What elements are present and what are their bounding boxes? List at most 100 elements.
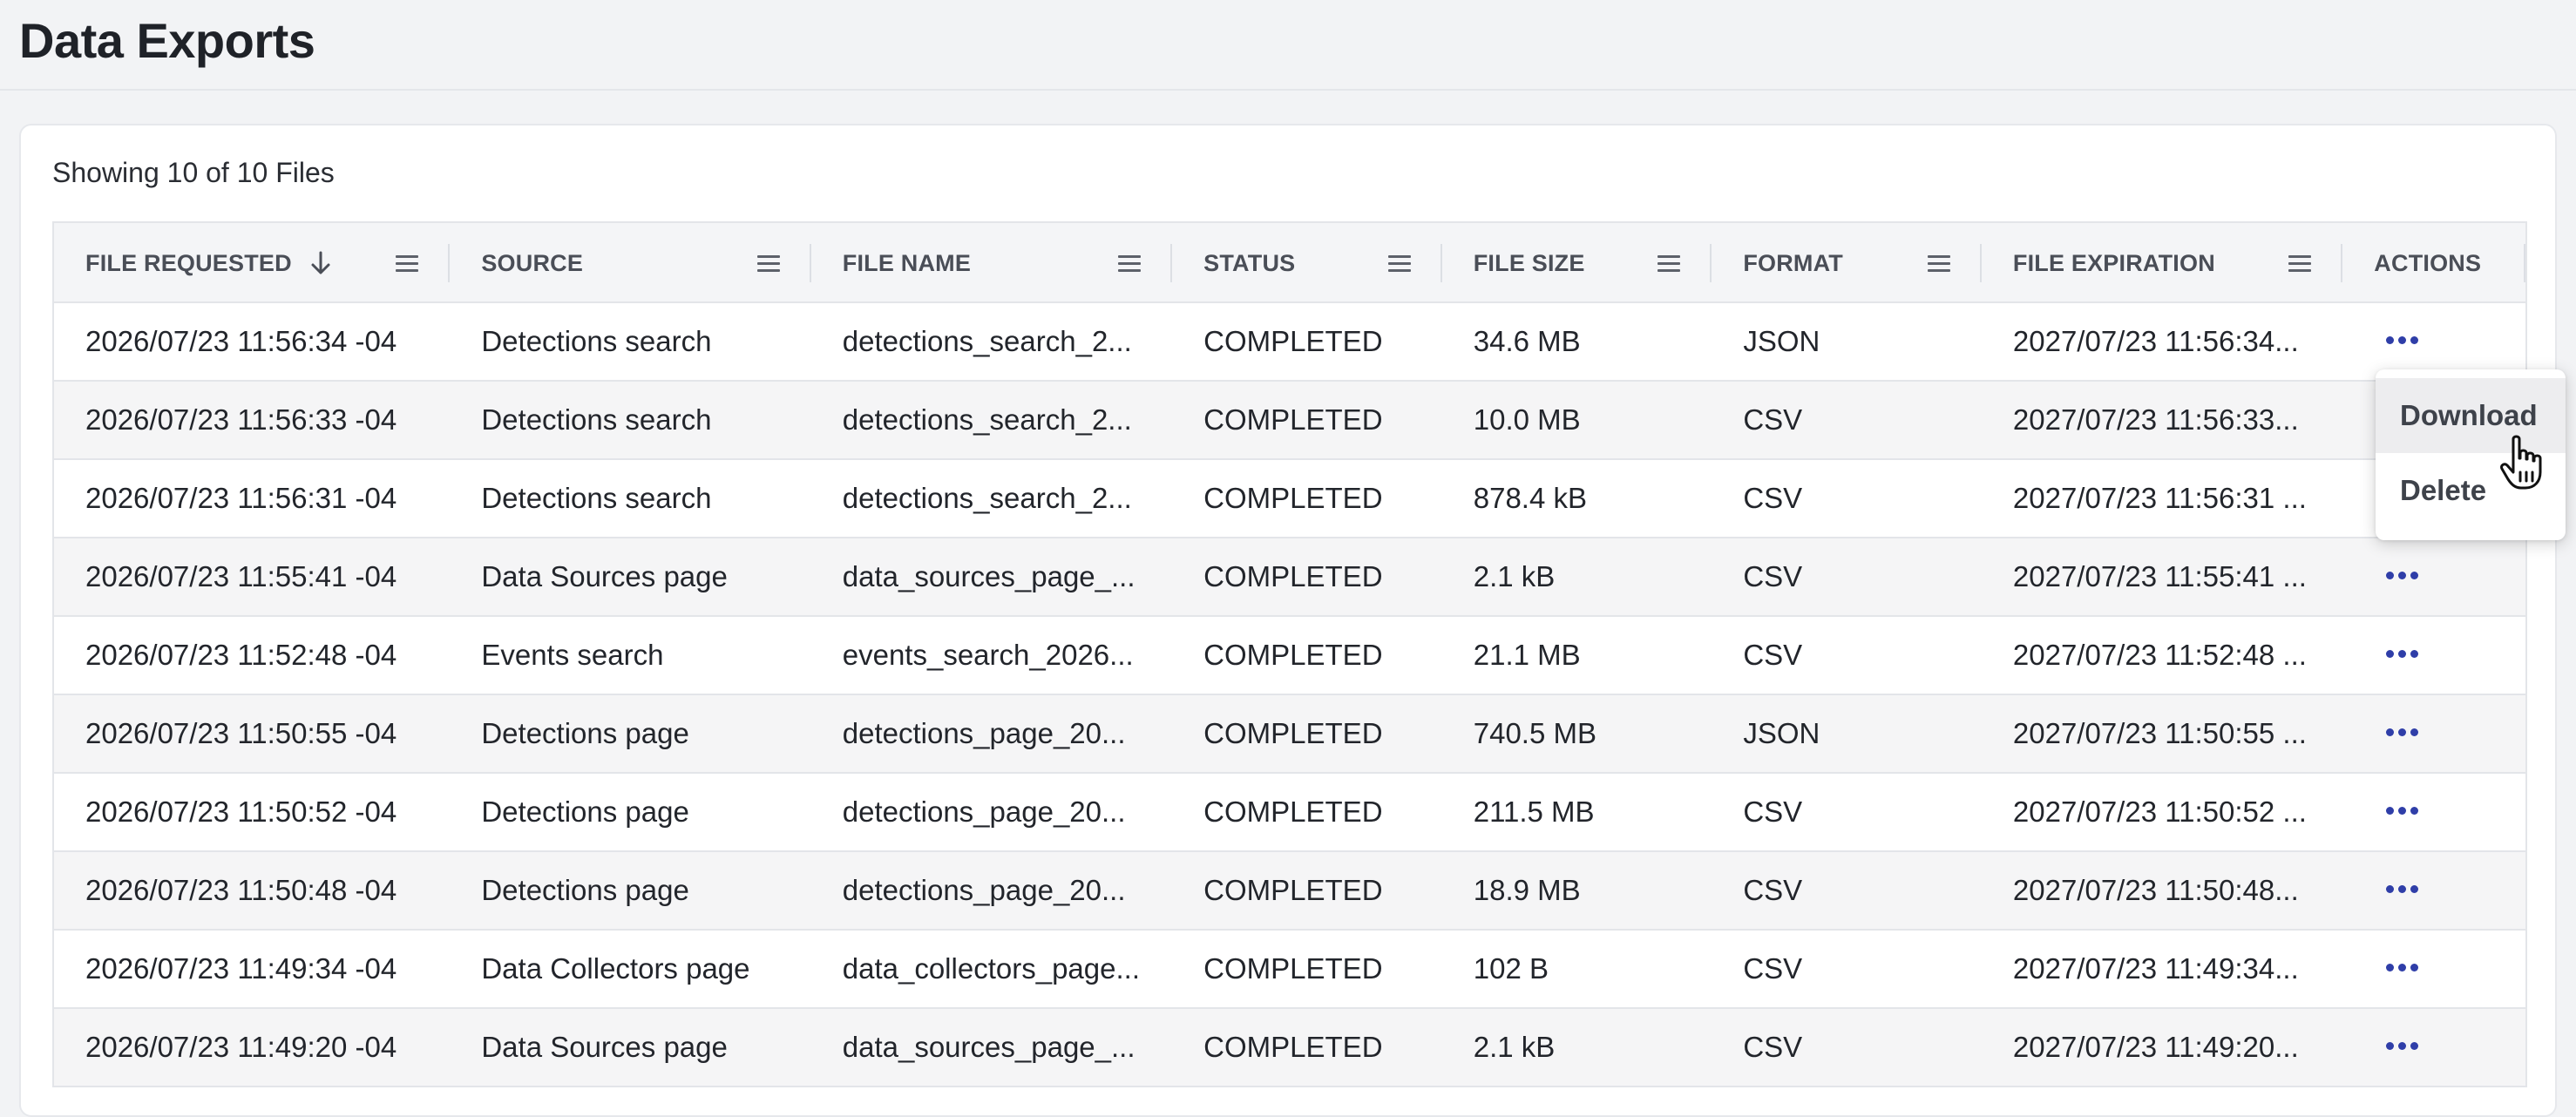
column-menu-icon[interactable] — [1118, 255, 1142, 273]
file-expiration-cell: 2027/07/23 11:49:20... — [2012, 1031, 2299, 1063]
column-label: FILE REQUESTED — [85, 249, 292, 276]
file-size-cell: 34.6 MB — [1473, 325, 1581, 357]
file-size-cell: 2.1 kB — [1473, 560, 1556, 592]
more-horizontal-icon[interactable] — [2386, 963, 2419, 971]
more-horizontal-icon[interactable] — [2386, 1041, 2419, 1050]
file-name-cell: data_sources_page_... — [842, 1031, 1135, 1063]
table-row[interactable]: 2026/07/23 11:56:31 -04 Detections search… — [54, 460, 2525, 538]
more-horizontal-icon[interactable] — [2386, 806, 2419, 815]
column-menu-icon[interactable] — [1657, 255, 1681, 273]
source-cell: Detections page — [481, 717, 689, 749]
column-menu-icon[interactable] — [396, 255, 419, 273]
file-requested-cell: 2026/07/23 11:50:55 -04 — [85, 717, 397, 749]
column-label: FILE NAME — [842, 249, 972, 276]
file-size-cell: 21.1 MB — [1473, 639, 1581, 671]
file-name-cell: detections_search_2... — [842, 325, 1132, 357]
file-requested-cell: 2026/07/23 11:56:34 -04 — [85, 325, 397, 357]
showing-count: Showing 10 of 10 Files — [52, 157, 335, 188]
file-size-cell: 740.5 MB — [1473, 717, 1596, 749]
more-horizontal-icon[interactable] — [2386, 649, 2419, 658]
status-cell: COMPLETED — [1203, 482, 1383, 514]
actions-cell — [2342, 695, 2525, 772]
file-name-cell: events_search_2026... — [842, 639, 1134, 671]
source-cell: Detections page — [481, 874, 689, 906]
format-cell: CSV — [1743, 482, 1803, 514]
more-horizontal-icon[interactable] — [2386, 884, 2419, 893]
page-title: Data Exports — [19, 13, 315, 68]
table-row[interactable]: 2026/07/23 11:56:33 -04 Detections search… — [54, 382, 2525, 460]
more-horizontal-icon[interactable] — [2386, 335, 2419, 344]
column-header-file-expiration[interactable]: FILE EXPIRATION — [1982, 223, 2343, 303]
table-header: FILE REQUESTED SOURCE FILE NAME STATUS F… — [54, 223, 2526, 303]
more-horizontal-icon[interactable] — [2386, 571, 2419, 579]
table-row[interactable]: 2026/07/23 11:49:20 -04 Data Sources page… — [54, 1009, 2525, 1087]
more-horizontal-icon[interactable] — [2386, 728, 2419, 736]
table-row[interactable]: 2026/07/23 11:56:34 -04 Detections search… — [54, 303, 2525, 382]
column-label: FORMAT — [1743, 249, 1843, 276]
column-menu-icon[interactable] — [1387, 255, 1411, 273]
column-resize-handle[interactable] — [2524, 244, 2526, 282]
file-requested-cell: 2026/07/23 11:50:52 -04 — [85, 795, 397, 828]
file-requested-cell: 2026/07/23 11:56:31 -04 — [85, 482, 397, 514]
file-size-cell: 102 B — [1473, 952, 1549, 985]
column-header-format[interactable]: FORMAT — [1712, 223, 1982, 303]
table-row[interactable]: 2026/07/23 11:50:48 -04 Detections page de… — [54, 852, 2525, 931]
column-menu-icon[interactable] — [2288, 255, 2312, 273]
status-cell: COMPLETED — [1203, 325, 1383, 357]
file-requested-cell: 2026/07/23 11:52:48 -04 — [85, 639, 397, 671]
file-name-cell: data_sources_page_... — [842, 560, 1135, 592]
format-cell: CSV — [1743, 874, 1803, 906]
column-menu-icon[interactable] — [1927, 255, 1950, 273]
table-row[interactable]: 2026/07/23 11:50:55 -04 Detections page de… — [54, 695, 2525, 774]
file-name-cell: detections_page_20... — [842, 717, 1126, 749]
arrow-down-icon[interactable] — [309, 250, 332, 276]
source-cell: Detections page — [481, 795, 689, 828]
column-header-source[interactable]: SOURCE — [450, 223, 811, 303]
file-requested-cell: 2026/07/23 11:49:34 -04 — [85, 952, 397, 985]
column-label: ACTIONS — [2374, 249, 2482, 276]
table-row[interactable]: 2026/07/23 11:50:52 -04 Detections page de… — [54, 774, 2525, 852]
format-cell: CSV — [1743, 952, 1803, 985]
file-name-cell: detections_page_20... — [842, 874, 1126, 906]
format-cell: JSON — [1743, 717, 1820, 749]
column-header-file-name[interactable]: FILE NAME — [811, 223, 1173, 303]
status-cell: COMPLETED — [1203, 874, 1383, 906]
column-header-file-requested[interactable]: FILE REQUESTED — [54, 223, 451, 303]
actions-cell — [2342, 617, 2525, 694]
column-menu-icon[interactable] — [756, 255, 780, 273]
column-label: FILE EXPIRATION — [2012, 249, 2215, 276]
file-size-cell: 878.4 kB — [1473, 482, 1587, 514]
table-row[interactable]: 2026/07/23 11:49:34 -04 Data Collectors p… — [54, 931, 2525, 1009]
column-label: STATUS — [1203, 249, 1296, 276]
actions-cell — [2342, 931, 2525, 1007]
file-expiration-cell: 2027/07/23 11:56:31 ... — [2012, 482, 2307, 514]
column-header-file-size[interactable]: FILE SIZE — [1442, 223, 1712, 303]
file-requested-cell: 2026/07/23 11:56:33 -04 — [85, 403, 397, 436]
format-cell: CSV — [1743, 795, 1803, 828]
file-expiration-cell: 2027/07/23 11:55:41 ... — [2012, 560, 2307, 592]
file-expiration-cell: 2027/07/23 11:50:48... — [2012, 874, 2299, 906]
format-cell: JSON — [1743, 325, 1820, 357]
source-cell: Data Sources page — [481, 1031, 728, 1063]
actions-cell — [2342, 774, 2525, 850]
file-expiration-cell: 2027/07/23 11:52:48 ... — [2012, 639, 2307, 671]
status-cell: COMPLETED — [1203, 952, 1383, 985]
column-header-status[interactable]: STATUS — [1172, 223, 1442, 303]
file-name-cell: detections_search_2... — [842, 403, 1132, 436]
file-size-cell: 211.5 MB — [1473, 795, 1595, 828]
table-row[interactable]: 2026/07/23 11:52:48 -04 Events search even… — [54, 617, 2525, 695]
file-size-cell: 2.1 kB — [1473, 1031, 1556, 1063]
status-cell: COMPLETED — [1203, 639, 1383, 671]
file-expiration-cell: 2027/07/23 11:50:55 ... — [2012, 717, 2307, 749]
format-cell: CSV — [1743, 1031, 1803, 1063]
column-label: SOURCE — [481, 249, 584, 276]
source-cell: Detections search — [481, 482, 712, 514]
table-row[interactable]: 2026/07/23 11:55:41 -04 Data Sources page… — [54, 538, 2525, 617]
format-cell: CSV — [1743, 403, 1803, 436]
actions-cell — [2342, 303, 2525, 380]
format-cell: CSV — [1743, 639, 1803, 671]
source-cell: Events search — [481, 639, 664, 671]
file-requested-cell: 2026/07/23 11:55:41 -04 — [85, 560, 397, 592]
hand-pointer-icon — [2499, 434, 2546, 491]
file-size-cell: 18.9 MB — [1473, 874, 1581, 906]
